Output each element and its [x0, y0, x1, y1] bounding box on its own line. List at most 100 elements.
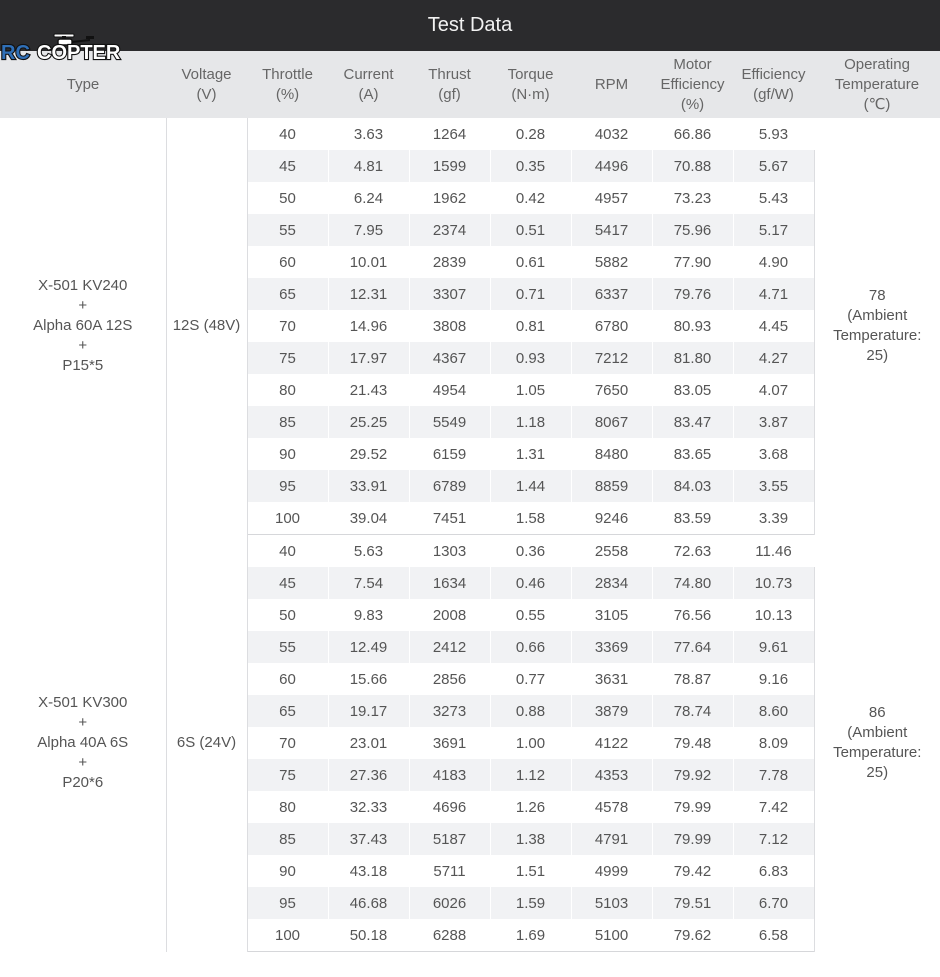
- cell-rpm: 5103: [571, 887, 653, 919]
- cell-current: 3.63: [328, 118, 410, 150]
- header-label: (gf/W): [753, 85, 794, 103]
- cell-efficiency: 3.55: [733, 470, 815, 502]
- cell-torque: 0.81: [490, 310, 572, 342]
- cell-torque: 1.69: [490, 919, 572, 952]
- cell-efficiency: 11.46: [733, 534, 815, 567]
- header-label: (%): [680, 95, 705, 113]
- cell-current: 39.04: [328, 502, 410, 535]
- cell-rpm: 4791: [571, 823, 653, 855]
- cell-rpm: 3369: [571, 631, 653, 663]
- cell-current: 46.68: [328, 887, 410, 919]
- header-label: Voltage: [181, 65, 232, 83]
- page-title: Test Data: [427, 14, 513, 36]
- cell-type: X-501 KV240 + Alpha 60A 12S + P15*5: [0, 118, 167, 535]
- cell-motor-efficiency: 78.74: [652, 695, 734, 727]
- cell-current: 10.01: [328, 246, 410, 278]
- cell-torque: 0.88: [490, 695, 572, 727]
- temperature-line: 78: [868, 287, 886, 305]
- cell-motor-efficiency: 76.56: [652, 599, 734, 631]
- cell-rpm: 3631: [571, 663, 653, 695]
- cell-thrust: 1303: [409, 534, 491, 567]
- cell-thrust: 7451: [409, 502, 491, 535]
- cell-motor-efficiency: 77.90: [652, 246, 734, 278]
- header-label: (A): [358, 85, 379, 103]
- cell-motor-efficiency: 73.23: [652, 182, 734, 214]
- cell-type: X-501 KV300 + Alpha 40A 6S + P20*6: [0, 534, 167, 952]
- cell-torque: 1.05: [490, 374, 572, 406]
- cell-current: 7.54: [328, 567, 410, 599]
- cell-throttle: 65: [247, 278, 329, 310]
- cell-motor-efficiency: 78.87: [652, 663, 734, 695]
- cell-throttle: 55: [247, 631, 329, 663]
- header-label: (gf): [438, 85, 461, 103]
- cell-efficiency: 4.27: [733, 342, 815, 374]
- cell-torque: 0.42: [490, 182, 572, 214]
- cell-rpm: 2558: [571, 534, 653, 567]
- temperature-line: 86: [868, 704, 886, 721]
- cell-torque: 1.12: [490, 759, 572, 791]
- cell-torque: 0.93: [490, 342, 572, 374]
- cell-torque: 0.35: [490, 150, 572, 182]
- type-line: +: [78, 337, 88, 355]
- cell-torque: 1.44: [490, 470, 572, 502]
- cell-current: 17.97: [328, 342, 410, 374]
- cell-motor-efficiency: 79.99: [652, 823, 734, 855]
- type-line: X-501 KV300: [38, 694, 128, 711]
- cell-motor-efficiency: 79.76: [652, 278, 734, 310]
- type-line: P20*6: [62, 774, 104, 791]
- cell-throttle: 55: [247, 214, 329, 246]
- cell-motor-efficiency: 77.64: [652, 631, 734, 663]
- cell-efficiency: 6.70: [733, 887, 815, 919]
- cell-thrust: 5711: [409, 855, 491, 887]
- cell-efficiency: 4.07: [733, 374, 815, 406]
- header-label: Current: [343, 65, 394, 83]
- cell-efficiency: 8.09: [733, 727, 815, 759]
- header-label: (N·m): [511, 85, 550, 103]
- cell-torque: 1.26: [490, 791, 572, 823]
- table-body: X-501 KV240 + Alpha 60A 12S + P15*5 12S (48V)…: [0, 118, 940, 952]
- header-motor_eff: Motor Efficiency (%): [652, 51, 733, 118]
- cell-motor-efficiency: 80.93: [652, 310, 734, 342]
- cell-motor-efficiency: 66.86: [652, 118, 734, 150]
- cell-thrust: 4954: [409, 374, 491, 406]
- cell-efficiency: 6.58: [733, 919, 815, 952]
- cell-thrust: 2856: [409, 663, 491, 695]
- cell-current: 9.83: [328, 599, 410, 631]
- logo: RC COPTER: [0, 33, 140, 63]
- cell-efficiency: 9.16: [733, 663, 815, 695]
- cell-thrust: 2008: [409, 599, 491, 631]
- cell-current: 4.81: [328, 150, 410, 182]
- cell-rpm: 6337: [571, 278, 653, 310]
- cell-throttle: 85: [247, 406, 329, 438]
- cell-torque: 1.31: [490, 438, 572, 470]
- header-label: Throttle: [262, 65, 313, 83]
- cell-torque: 0.28: [490, 118, 572, 150]
- cell-efficiency: 5.67: [733, 150, 815, 182]
- temperature-line: (Ambient: [847, 724, 908, 741]
- temperature-line: (Ambient: [847, 307, 908, 325]
- header-label: Torque: [507, 65, 554, 83]
- cell-throttle: 80: [247, 791, 329, 823]
- cell-rpm: 4957: [571, 182, 653, 214]
- cell-thrust: 2839: [409, 246, 491, 278]
- cell-voltage: 12S (48V): [166, 118, 248, 535]
- cell-current: 43.18: [328, 855, 410, 887]
- cell-rpm: 5882: [571, 246, 653, 278]
- cell-efficiency: 9.61: [733, 631, 815, 663]
- cell-efficiency: 10.73: [733, 567, 815, 599]
- cell-motor-efficiency: 79.92: [652, 759, 734, 791]
- cell-throttle: 100: [247, 502, 329, 535]
- header-torque: Torque (N·m): [490, 51, 571, 118]
- cell-throttle: 90: [247, 438, 329, 470]
- cell-current: 5.63: [328, 534, 410, 567]
- cell-throttle: 45: [247, 150, 329, 182]
- header-current: Current (A): [328, 51, 409, 118]
- cell-rpm: 4496: [571, 150, 653, 182]
- cell-throttle: 90: [247, 855, 329, 887]
- cell-rpm: 4353: [571, 759, 653, 791]
- cell-current: 15.66: [328, 663, 410, 695]
- cell-current: 32.33: [328, 791, 410, 823]
- cell-torque: 1.38: [490, 823, 572, 855]
- cell-efficiency: 5.43: [733, 182, 815, 214]
- cell-throttle: 45: [247, 567, 329, 599]
